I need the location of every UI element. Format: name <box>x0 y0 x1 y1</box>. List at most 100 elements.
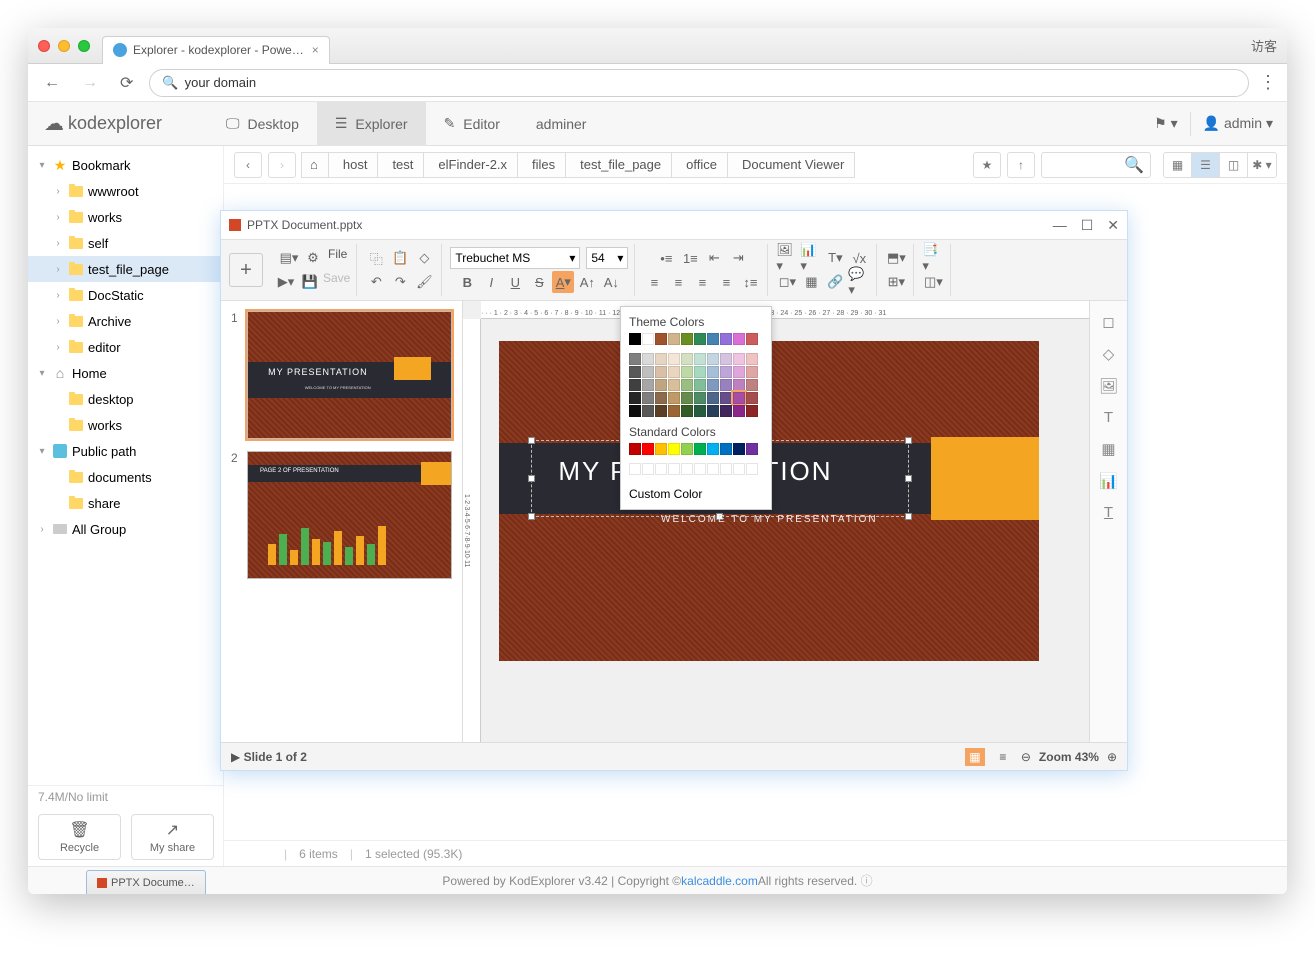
info-icon[interactable]: ⓘ <box>861 872 873 889</box>
slide-settings-icon[interactable]: ◻ <box>1102 313 1114 331</box>
save-icon[interactable]: 💾 <box>299 271 321 293</box>
color-swatch[interactable] <box>746 463 758 475</box>
tree-public[interactable]: ▾Public path <box>28 438 223 464</box>
align-left-icon[interactable]: ≡ <box>643 271 665 293</box>
view-columns-icon[interactable]: ◫ <box>1220 153 1248 177</box>
indent-icon[interactable]: ⇥ <box>727 247 749 269</box>
align-right-icon[interactable]: ≡ <box>691 271 713 293</box>
gear-icon[interactable]: ⚙ <box>302 247 324 269</box>
back-button[interactable]: ← <box>38 70 66 96</box>
brand[interactable]: ☁kodexplorer <box>28 111 208 136</box>
tree-item-selected[interactable]: ›test_file_page <box>28 256 223 282</box>
color-swatch[interactable] <box>655 463 667 475</box>
color-swatch[interactable] <box>733 392 745 404</box>
color-swatch[interactable] <box>642 366 654 378</box>
shape-icon[interactable]: ◻▾ <box>776 271 798 293</box>
color-swatch[interactable] <box>733 405 745 417</box>
format-painter-icon[interactable]: 🖌 <box>413 271 435 293</box>
color-swatch[interactable] <box>642 405 654 417</box>
custom-color-button[interactable]: Custom Color <box>629 483 763 501</box>
underline-button[interactable]: U <box>504 271 526 293</box>
bullets-icon[interactable]: •≡ <box>655 247 677 269</box>
numbering-icon[interactable]: 1≡ <box>679 247 701 269</box>
theme-icon[interactable]: 📑▾ <box>922 247 944 269</box>
color-swatch[interactable] <box>720 392 732 404</box>
color-swatch[interactable] <box>720 405 732 417</box>
color-swatch[interactable] <box>707 353 719 365</box>
tree-item[interactable]: ›works <box>28 204 223 230</box>
paste-icon[interactable]: 📋 <box>389 247 411 269</box>
color-swatch[interactable] <box>668 379 680 391</box>
text-settings-icon[interactable]: T <box>1104 409 1113 426</box>
outdent-icon[interactable]: ⇤ <box>703 247 725 269</box>
color-swatch[interactable] <box>681 392 693 404</box>
tree-item[interactable]: works <box>28 412 223 438</box>
view-grid-icon[interactable]: ▦ <box>1164 153 1192 177</box>
color-swatch[interactable] <box>655 405 667 417</box>
color-swatch[interactable] <box>746 333 758 345</box>
maximize-window-icon[interactable] <box>78 40 90 52</box>
color-swatch[interactable] <box>642 463 654 475</box>
color-swatch[interactable] <box>642 443 654 455</box>
color-swatch[interactable] <box>733 443 745 455</box>
chart-settings-icon[interactable]: 📊 <box>1099 472 1118 490</box>
crumb[interactable]: office <box>671 152 728 178</box>
color-swatch[interactable] <box>655 379 667 391</box>
forward-button[interactable]: → <box>76 70 104 96</box>
thumbnail-1[interactable]: 1 MY PRESENTATION WELCOME TO MY PRESENTA… <box>231 311 452 439</box>
address-input[interactable]: 🔍 your domain <box>149 69 1249 97</box>
align-objects-icon[interactable]: ⊞▾ <box>885 271 907 293</box>
zoom-out-icon[interactable]: ⊖ <box>1021 750 1031 764</box>
browser-tab[interactable]: Explorer - kodexplorer - Powe… × <box>102 36 330 64</box>
italic-button[interactable]: I <box>480 271 502 293</box>
color-swatch[interactable] <box>694 366 706 378</box>
path-forward-button[interactable]: › <box>268 152 296 178</box>
color-swatch[interactable] <box>655 392 667 404</box>
color-swatch[interactable] <box>629 463 641 475</box>
color-swatch[interactable] <box>746 366 758 378</box>
tree-item[interactable]: ›DocStatic <box>28 282 223 308</box>
color-swatch[interactable] <box>707 443 719 455</box>
view-normal-icon[interactable]: ▦ <box>965 748 985 766</box>
close-window-icon[interactable] <box>38 40 50 52</box>
arrange-icon[interactable]: ⬒▾ <box>885 247 907 269</box>
color-swatch[interactable] <box>733 366 745 378</box>
color-swatch[interactable] <box>720 463 732 475</box>
color-swatch[interactable] <box>655 443 667 455</box>
menu-icon[interactable]: ⋮ <box>1259 72 1277 93</box>
tree-item[interactable]: ›self <box>28 230 223 256</box>
color-swatch[interactable] <box>746 443 758 455</box>
font-color-button[interactable]: A▾ <box>552 271 574 293</box>
color-swatch[interactable] <box>655 333 667 345</box>
view-list-icon[interactable]: ☰ <box>1192 153 1220 177</box>
color-swatch[interactable] <box>707 333 719 345</box>
color-swatch[interactable] <box>681 353 693 365</box>
color-swatch[interactable] <box>668 392 680 404</box>
tree-item[interactable]: ›Archive <box>28 308 223 334</box>
user-menu[interactable]: 👤 admin ▾ <box>1203 115 1273 132</box>
color-swatch[interactable] <box>629 366 641 378</box>
up-button[interactable]: ↑ <box>1007 152 1035 178</box>
comment-icon[interactable]: 💬▾ <box>848 271 870 293</box>
color-swatch[interactable] <box>694 333 706 345</box>
undo-icon[interactable]: ↶ <box>365 271 387 293</box>
color-swatch[interactable] <box>707 366 719 378</box>
share-button[interactable]: ↗My share <box>131 814 214 860</box>
editor-close-icon[interactable]: ✕ <box>1107 217 1119 234</box>
color-swatch[interactable] <box>720 379 732 391</box>
color-swatch[interactable] <box>681 443 693 455</box>
color-swatch[interactable] <box>694 443 706 455</box>
line-spacing-icon[interactable]: ↕≡ <box>739 271 761 293</box>
crumb[interactable]: files <box>517 152 566 178</box>
align-justify-icon[interactable]: ≡ <box>715 271 737 293</box>
color-swatch[interactable] <box>733 379 745 391</box>
superscript-button[interactable]: A↑ <box>576 271 598 293</box>
tree-bookmark[interactable]: ▾★Bookmark <box>28 152 223 178</box>
color-swatch[interactable] <box>642 379 654 391</box>
font-select[interactable]: Trebuchet MS▾ <box>450 247 580 269</box>
color-swatch[interactable] <box>694 392 706 404</box>
color-swatch[interactable] <box>746 392 758 404</box>
copy-icon[interactable]: ⿻ <box>365 247 387 269</box>
color-swatch[interactable] <box>668 443 680 455</box>
color-swatch[interactable] <box>694 353 706 365</box>
